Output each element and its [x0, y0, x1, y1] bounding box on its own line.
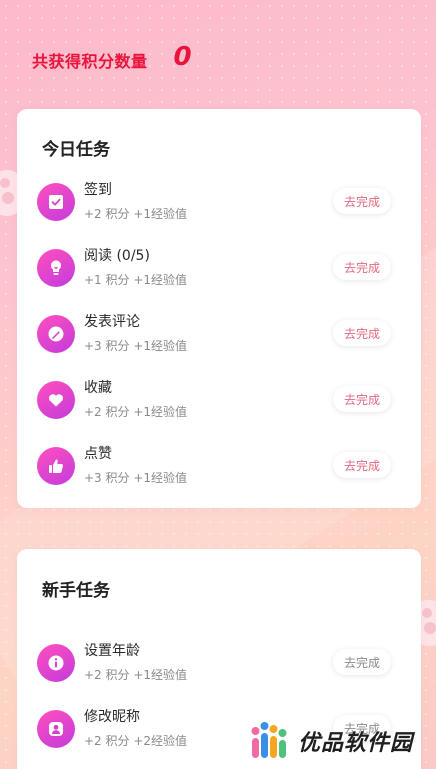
task-row-favorite: 收藏 +2 积分 +1经验值 去完成: [17, 377, 421, 427]
newbie-tasks-title: 新手任务: [42, 581, 110, 601]
today-tasks-card: 今日任务 签到 +2 积分 +1经验值 去完成 阅读 (0/5) +1 积分 +…: [17, 109, 421, 508]
complete-button-read[interactable]: 去完成: [333, 254, 391, 280]
task-reward: +2 积分 +1经验值: [84, 207, 188, 221]
task-row-set-age: 设置年龄 +2 积分 +1经验值 去完成: [17, 640, 421, 690]
points-summary-value: 0: [173, 42, 192, 72]
edit-icon: [37, 315, 75, 353]
task-row-comment: 发表评论 +3 积分 +1经验值 去完成: [17, 311, 421, 361]
info-icon: [37, 644, 75, 682]
task-row-checkin: 签到 +2 积分 +1经验值 去完成: [17, 179, 421, 229]
task-reward: +1 积分 +1经验值: [84, 273, 188, 287]
today-tasks-title: 今日任务: [42, 140, 110, 160]
task-row-like: 点赞 +3 积分 +1经验值 去完成: [17, 443, 421, 493]
task-name: 设置年龄: [84, 643, 140, 659]
task-name: 发表评论: [84, 314, 140, 330]
watermark: 优品软件园: [248, 718, 413, 764]
task-row-read: 阅读 (0/5) +1 积分 +1经验值 去完成: [17, 245, 421, 295]
points-summary: 共获得积分数量 0: [32, 42, 192, 72]
lightbulb-icon: [37, 249, 75, 287]
heart-icon: [37, 381, 75, 419]
task-name: 签到: [84, 182, 112, 198]
complete-button-comment[interactable]: 去完成: [333, 320, 391, 346]
user-icon: [37, 710, 75, 748]
complete-button-checkin[interactable]: 去完成: [333, 188, 391, 214]
points-summary-label: 共获得积分数量: [32, 52, 148, 71]
complete-button-like[interactable]: 去完成: [333, 452, 391, 478]
task-reward: +2 积分 +1经验值: [84, 668, 188, 682]
task-reward: +2 积分 +2经验值: [84, 734, 188, 748]
thumbs-up-icon: [37, 447, 75, 485]
task-name: 修改昵称: [84, 709, 140, 725]
task-name: 点赞: [84, 446, 112, 462]
task-reward: +3 积分 +1经验值: [84, 339, 188, 353]
complete-button-favorite[interactable]: 去完成: [333, 386, 391, 412]
watermark-logo-icon: [248, 718, 294, 764]
task-name: 收藏: [84, 380, 112, 396]
watermark-text: 优品软件园: [298, 731, 414, 756]
checkbox-icon: [37, 183, 75, 221]
task-reward: +3 积分 +1经验值: [84, 471, 188, 485]
task-reward: +2 积分 +1经验值: [84, 405, 188, 419]
task-name: 阅读 (0/5): [84, 248, 150, 264]
complete-button-set-age[interactable]: 去完成: [333, 649, 391, 675]
